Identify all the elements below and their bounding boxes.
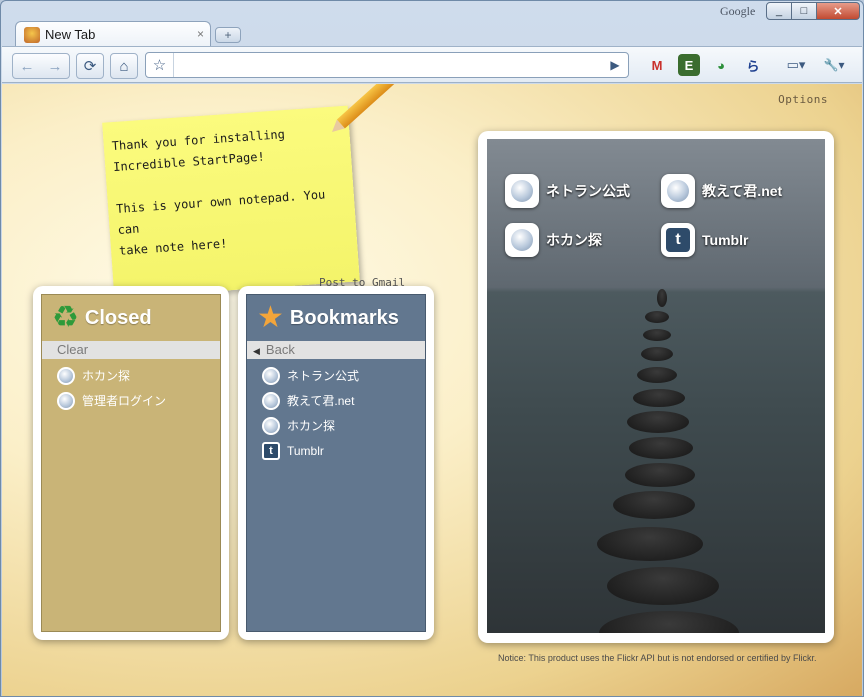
page-menu-icon[interactable]: ▭▾ [782,54,810,76]
globe-icon [262,416,280,435]
globe-icon [57,366,75,385]
address-input[interactable] [176,55,596,75]
bookmark-item[interactable]: ホカン探 [247,413,425,438]
omnibox: ☆ ▶ [145,52,629,78]
tab-close-icon[interactable]: × [197,27,204,41]
go-icon[interactable]: ▶ [606,56,624,74]
speed-dial-tile[interactable]: ネトラン公式 [505,174,630,208]
gmail-extension-icon[interactable]: M [646,54,668,76]
flickr-notice: Notice: This product uses the Flickr API… [498,653,817,663]
back-arrow-icon: ◀ [253,346,260,356]
globe-icon [661,174,695,208]
nav-buttons: ← → [12,53,70,79]
picasa-extension-icon[interactable]: ◕ [710,54,732,76]
globe-icon [57,391,75,410]
recycle-icon: ♻ [52,301,79,334]
globe-icon [262,391,280,410]
note-text[interactable]: Thank you for installing Incredible Star… [111,120,351,262]
speed-dial-tile[interactable]: 教えて君.net [661,174,782,208]
bookmarks-panel-title: Bookmarks [289,306,399,329]
clear-button[interactable]: Clear [42,341,220,359]
forward-button[interactable]: → [48,58,63,75]
bookmark-label: Tumblr [287,443,324,458]
brand-label: Google [720,4,756,18]
tile-label: ホカン探 [546,232,602,248]
bookmark-label: 教えて君.net [287,394,355,408]
home-button[interactable]: ⌂ [110,53,138,79]
back-label: Back [265,342,295,357]
speed-dial-tile[interactable]: t Tumblr [661,223,748,257]
wrench-menu-icon[interactable]: 🔧▾ [818,54,850,76]
tab-title: New Tab [45,27,96,42]
closed-item-label: ホカン探 [82,369,131,383]
globe-icon [505,223,539,257]
closed-item-label: 管理者ログイン [82,394,167,408]
tab-new-tab[interactable]: New Tab × [15,21,211,47]
speed-dial-tile[interactable]: ホカン探 [505,223,602,257]
close-window-button[interactable]: ✕ [817,2,860,20]
bookmark-item[interactable]: 教えて君.net [247,388,425,413]
maximize-button[interactable]: □ [792,2,817,20]
favicon-icon [24,26,40,43]
evernote-extension-icon[interactable]: E [678,54,700,76]
new-tab-button[interactable]: + [215,27,241,43]
closed-panel-title: Closed [84,306,152,329]
start-page: Options Thank you for installing Incredi… [2,84,862,696]
closed-panel-header: ♻ Closed [42,295,220,341]
translate-extension-icon[interactable]: ら [742,54,764,76]
globe-icon [262,366,280,385]
reload-button[interactable]: ⟳ [76,53,104,79]
background-photo [487,139,825,633]
closed-panel: ♻ Closed Clear ホカン探 管理者ログイン [33,286,229,640]
minimize-button[interactable]: _ [766,2,792,20]
closed-item[interactable]: ホカン探 [42,363,220,388]
sticky-note[interactable]: Thank you for installing Incredible Star… [102,105,360,299]
back-button[interactable]: ← [20,58,35,75]
bookmark-item[interactable]: ネトラン公式 [247,363,425,388]
back-button[interactable]: ◀ Back [247,341,425,359]
tile-label: Tumblr [702,232,749,248]
tumblr-icon: t [262,441,280,460]
window-controls: _ □ ✕ [766,2,860,20]
speed-dial-frame: ネトラン公式 教えて君.net ホカン探 t Tumblr [478,131,834,643]
bookmarks-panel-header: ★ Bookmarks [247,295,425,341]
bookmarks-panel: ★ Bookmarks ◀ Back ネトラン公式 教えて君.net ホカン探 … [238,286,434,640]
bookmark-label: ネトラン公式 [287,369,360,383]
globe-icon [505,174,539,208]
closed-item[interactable]: 管理者ログイン [42,388,220,413]
bookmark-item[interactable]: t Tumblr [247,438,425,463]
tumblr-icon: t [661,223,695,257]
star-badge-icon: ★ [257,301,284,334]
tile-label: ネトラン公式 [546,183,630,199]
star-icon[interactable]: ☆ [146,53,174,77]
bookmark-label: ホカン探 [287,419,336,433]
browser-window: Google _ □ ✕ New Tab × + ← → ⟳ ⌂ ☆ ▶ M E… [0,0,864,697]
options-link[interactable]: Options [778,93,828,106]
tile-label: 教えて君.net [702,183,783,199]
